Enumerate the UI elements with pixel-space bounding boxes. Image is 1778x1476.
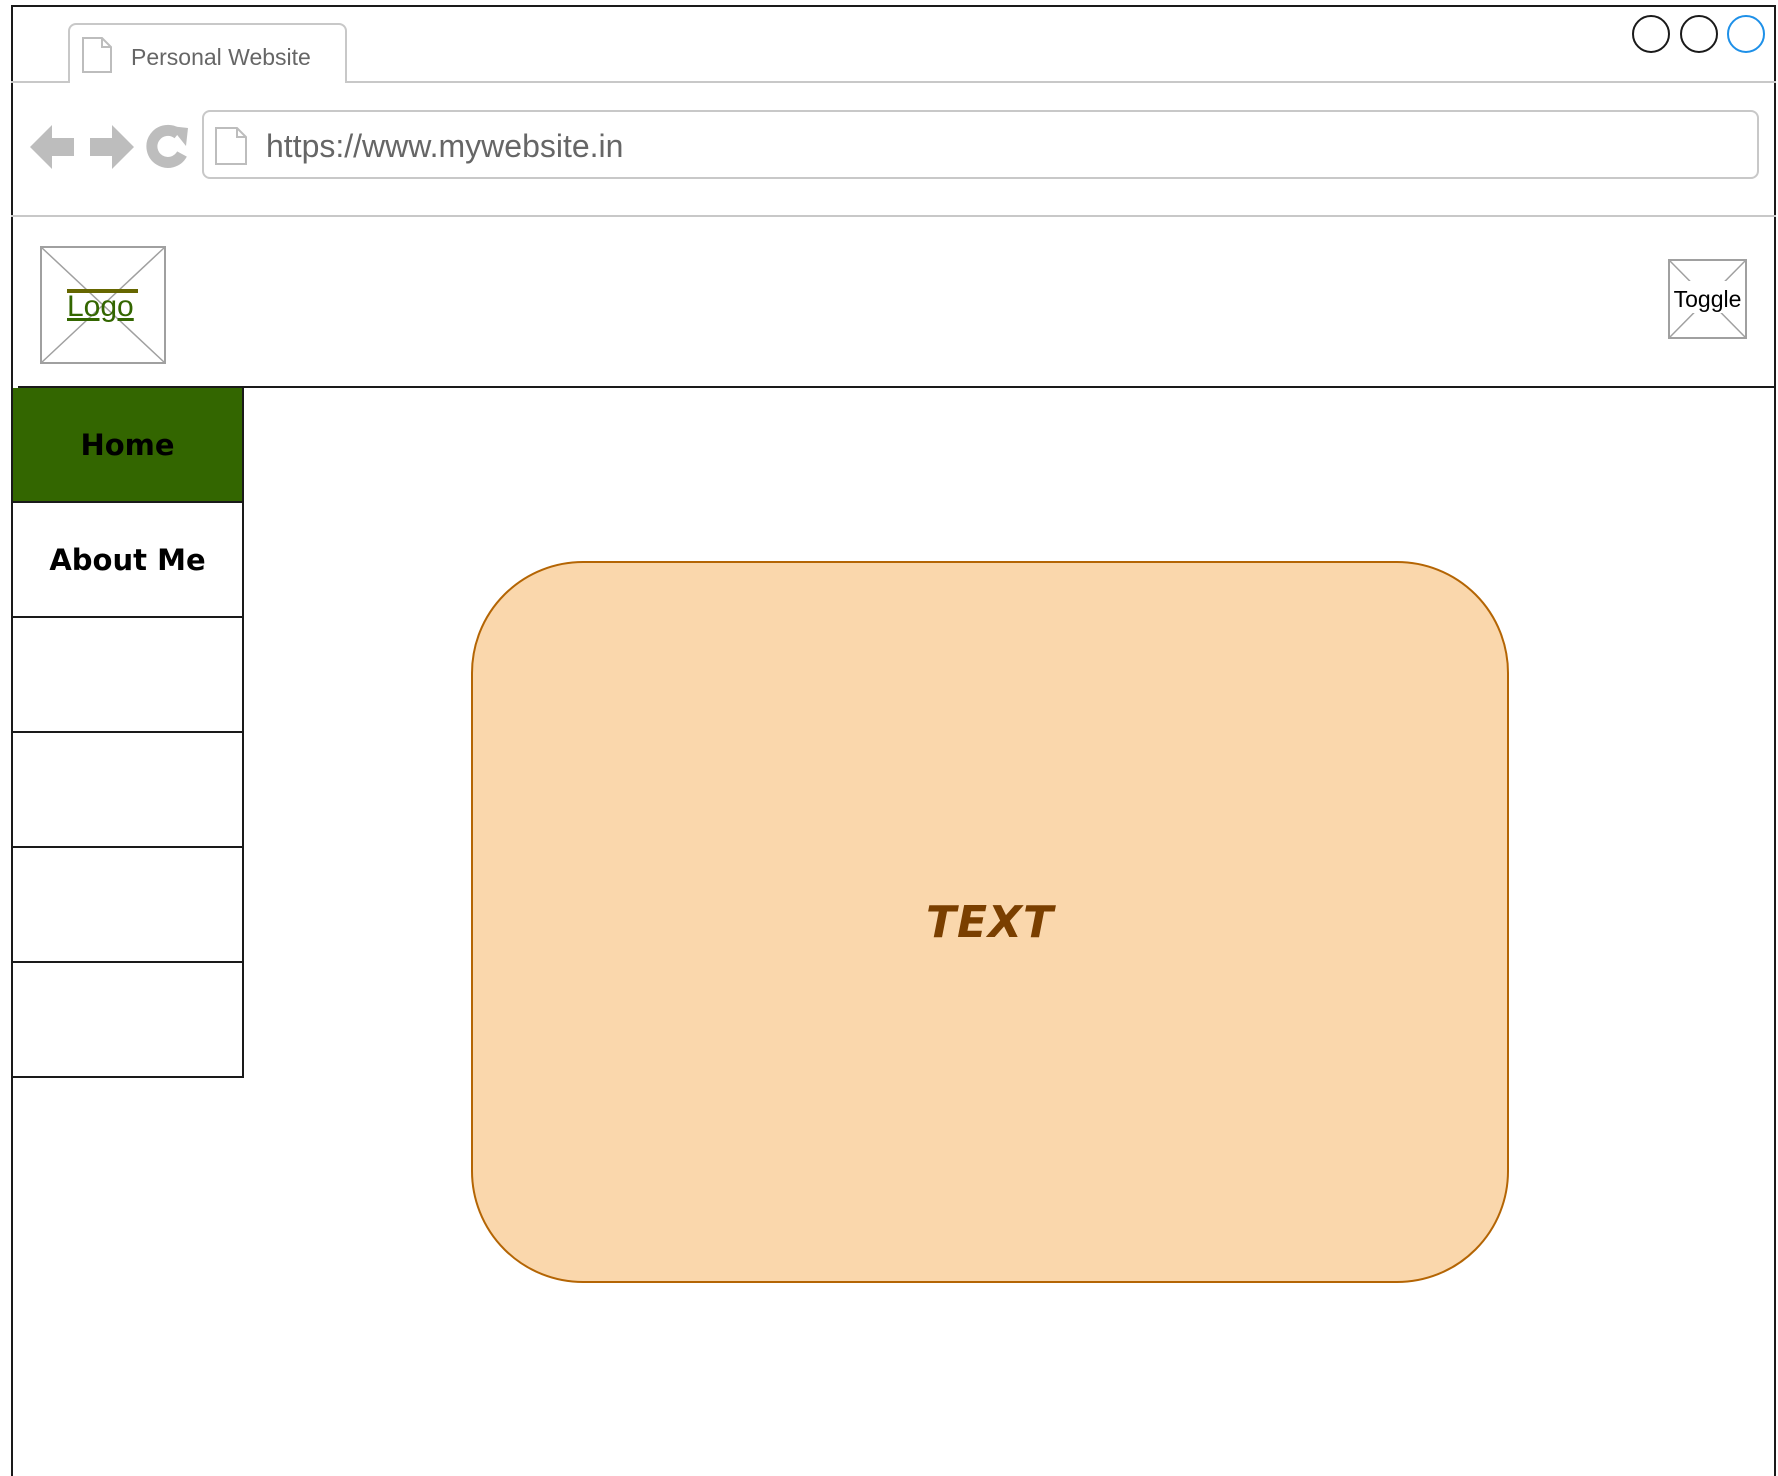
close-button[interactable] <box>1727 15 1765 53</box>
reload-icon[interactable] <box>146 124 190 170</box>
url-text: https://www.mywebsite.in <box>266 128 624 164</box>
sidebar-nav: Home About Me <box>11 388 244 1078</box>
content-card: TEXT <box>471 561 1509 1283</box>
address-bar[interactable]: https://www.mywebsite.in <box>202 110 1759 179</box>
toolbar-divider <box>11 215 1776 217</box>
header-divider <box>18 386 1776 388</box>
page-icon <box>215 127 247 165</box>
sidebar-item-4[interactable] <box>11 733 244 848</box>
sidebar-item-5[interactable] <box>11 848 244 963</box>
minimize-button[interactable] <box>1632 15 1670 53</box>
sidebar-item-3[interactable] <box>11 618 244 733</box>
card-text: TEXT <box>925 896 1054 948</box>
sidebar-item-label: Home <box>80 427 175 462</box>
tab-title: Personal Website <box>131 44 311 70</box>
logo-link[interactable]: Logo <box>67 290 134 324</box>
toggle-button-label[interactable]: Toggle <box>1668 286 1747 313</box>
forward-arrow-icon[interactable] <box>88 124 134 170</box>
browser-tab[interactable]: Personal Website <box>68 23 347 83</box>
back-arrow-icon[interactable] <box>30 124 76 170</box>
sidebar-item-about-me[interactable]: About Me <box>11 503 244 618</box>
sidebar-item-6[interactable] <box>11 963 244 1078</box>
maximize-button[interactable] <box>1680 15 1718 53</box>
page-icon <box>82 37 112 73</box>
sidebar-item-label: About Me <box>49 542 206 577</box>
sidebar-item-home[interactable]: Home <box>11 388 244 503</box>
